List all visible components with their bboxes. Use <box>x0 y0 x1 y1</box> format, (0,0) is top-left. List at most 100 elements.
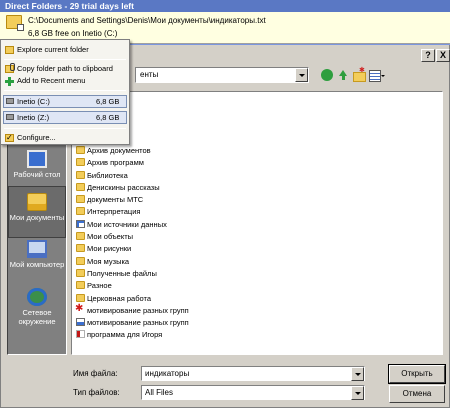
cancel-button[interactable]: Отмена <box>389 385 445 403</box>
folder-icon <box>76 158 85 167</box>
filename-label: Имя файла: <box>73 369 118 378</box>
file-name: Мои рисунки <box>87 244 132 254</box>
place-label: Мой компьютер <box>9 260 65 269</box>
pdf-icon <box>76 330 85 339</box>
file-list-item[interactable]: Моя музыка <box>76 256 129 267</box>
file-name: документы МТС <box>87 195 144 205</box>
folder-icon <box>76 182 85 191</box>
file-name: Архив программ <box>87 158 144 168</box>
menu-item-add-recent[interactable]: Add to Recent menu <box>2 75 128 87</box>
folder-icon <box>76 195 85 204</box>
folder-icon <box>76 281 85 290</box>
file-list-item[interactable]: мотивирование разных групп <box>76 317 189 328</box>
filetype-select[interactable]: All Files <box>141 385 365 400</box>
direct-folders-titlebar: Direct Folders - 29 trial days left <box>0 0 450 12</box>
filetype-value: All Files <box>145 388 174 397</box>
direct-folders-menu: Explore current folder Copy folder path … <box>0 39 130 145</box>
drive-name: Inetio (C:) <box>17 97 50 106</box>
menu-item-copy-path[interactable]: Copy folder path to clipboard <box>2 63 128 75</box>
current-file-path: C:\Documents and Settings\Denis\Мои доку… <box>28 16 266 25</box>
drive-icon <box>6 114 14 120</box>
drive-item-c[interactable]: Inetio (C:) 6,8 GB <box>3 95 127 108</box>
menu-item-label: Copy folder path to clipboard <box>17 64 113 73</box>
folder-icon <box>76 256 85 265</box>
file-list-item[interactable]: Мои рисунки <box>76 243 131 254</box>
file-list-item[interactable]: Мои источники данных <box>76 219 167 230</box>
drive-size: 6,8 GB <box>96 113 120 122</box>
file-list-item[interactable]: Денискины рассказы <box>76 182 160 193</box>
file-list-item[interactable]: программа для Игоря <box>76 329 162 340</box>
drive-name: Inetio (Z:) <box>17 113 50 122</box>
menu-item-label: Explore current folder <box>17 45 89 54</box>
close-button[interactable]: X <box>436 49 450 62</box>
file-list-item[interactable]: Церковная работа <box>76 293 151 304</box>
help-button[interactable]: ? <box>421 49 435 62</box>
doc-icon <box>76 219 85 228</box>
folder-icon <box>76 232 85 240</box>
menu-item-label: Configure... <box>17 133 56 142</box>
drive-size: 6,8 GB <box>96 97 120 106</box>
file-list-item[interactable]: Мои объекты <box>76 231 133 242</box>
place-my-documents[interactable]: Мои документы <box>8 186 66 238</box>
folder-icon <box>76 293 85 302</box>
file-name: Моя музыка <box>87 256 130 266</box>
file-name: Полученные файлы <box>87 268 157 278</box>
up-folder-icon[interactable] <box>337 69 349 81</box>
place-network[interactable]: Сетевое окружение <box>8 282 66 334</box>
file-list-item[interactable]: Библиотека <box>76 170 128 181</box>
menu-separator <box>4 59 126 60</box>
look-in-combobox[interactable]: енты <box>135 67 309 83</box>
sheet-icon <box>76 318 85 327</box>
file-list-item[interactable]: документы МТС <box>76 194 143 205</box>
file-list-item[interactable]: Архив программ <box>76 157 144 168</box>
file-list-item[interactable]: Архив документов <box>76 145 151 156</box>
menu-item-explore[interactable]: Explore current folder <box>2 44 128 56</box>
file-name: Архив документов <box>87 145 151 155</box>
views-menu-icon[interactable] <box>369 69 385 82</box>
file-list-item[interactable]: мотивирование разных групп <box>75 303 189 316</box>
file-name: мотивирование разных групп <box>87 318 189 328</box>
chevron-down-icon[interactable] <box>351 367 364 381</box>
direct-folders-title: Direct Folders - 29 trial days left <box>5 1 134 11</box>
place-my-computer[interactable]: Мой компьютер <box>8 234 66 286</box>
menu-separator <box>4 90 126 91</box>
place-label: Сетевое окружение <box>18 308 56 326</box>
network-icon <box>27 288 47 306</box>
look-in-value: енты <box>140 70 159 79</box>
menu-item-label: Add to Recent menu <box>17 76 86 85</box>
open-button[interactable]: Открыть <box>388 364 446 384</box>
menu-separator <box>4 128 126 129</box>
folder-icon <box>76 268 85 277</box>
folder-icon <box>76 170 85 179</box>
my-computer-icon <box>27 240 47 258</box>
filename-value: индикаторы <box>145 369 190 378</box>
file-name: Денискины рассказы <box>87 182 160 192</box>
back-arrow-icon[interactable] <box>321 69 333 81</box>
drive-item-z[interactable]: Inetio (Z:) 6,8 GB <box>3 111 127 124</box>
filetype-label: Тип файлов: <box>73 388 120 397</box>
chevron-down-icon[interactable] <box>295 68 308 82</box>
file-name: Библиотека <box>87 170 128 180</box>
star-icon <box>75 303 85 314</box>
file-list-item[interactable]: Разное <box>76 280 112 291</box>
place-label: Мои документы <box>9 213 65 222</box>
file-name: Мои источники данных <box>87 219 167 229</box>
chevron-down-icon[interactable] <box>351 386 364 400</box>
file-name: Разное <box>87 281 112 291</box>
free-space-text: 6,8 GB free on Inetio (C:) <box>28 29 118 38</box>
new-folder-icon[interactable] <box>353 66 366 82</box>
file-list-item[interactable]: Интерпретация <box>76 206 140 217</box>
folder-icon <box>76 244 85 253</box>
drive-icon <box>6 98 14 104</box>
file-list-item[interactable]: Полученные файлы <box>76 268 157 279</box>
file-name: программа для Игоря <box>87 330 163 340</box>
file-name: Мои объекты <box>87 232 134 241</box>
add-icon <box>5 77 14 86</box>
folder-icon <box>5 46 14 54</box>
clipboard-icon <box>5 63 15 73</box>
file-name: Интерпретация <box>87 207 141 217</box>
my-documents-icon <box>27 193 47 211</box>
folder-shortcut-icon <box>6 15 24 31</box>
menu-item-configure[interactable]: Configure... <box>2 132 128 144</box>
filename-field[interactable]: индикаторы <box>141 366 365 381</box>
